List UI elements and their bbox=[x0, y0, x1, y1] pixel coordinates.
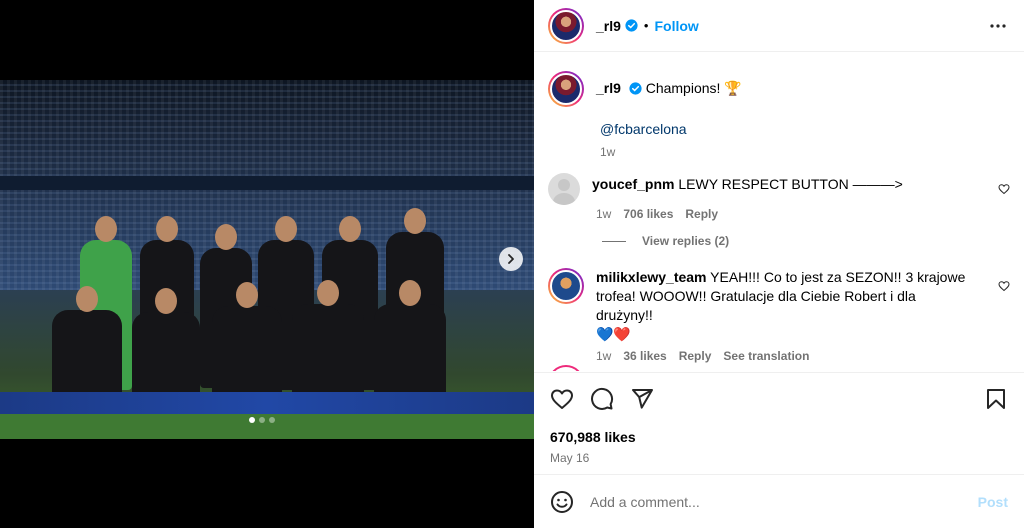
author-avatar[interactable] bbox=[548, 7, 584, 44]
post-header: _rl9 • Follow bbox=[534, 0, 1024, 52]
stadium-banner bbox=[0, 176, 534, 190]
comment-text: milikxlewy_team YEAH!!! Co to jest za SE… bbox=[596, 268, 976, 344]
advertising-board bbox=[0, 392, 534, 414]
comment-like-icon[interactable] bbox=[998, 280, 1010, 292]
reply-button[interactable]: Reply bbox=[685, 207, 718, 221]
reply-button[interactable]: Reply bbox=[679, 349, 712, 363]
caption-text: _rl9 Champions! 🏆 bbox=[596, 79, 742, 97]
carousel-dot bbox=[259, 417, 265, 423]
post-side-panel: _rl9 • Follow _rl9 Champions! 🏆 @fcbarce… bbox=[534, 0, 1024, 528]
verified-badge-icon bbox=[625, 19, 638, 32]
more-options-icon bbox=[990, 23, 1006, 28]
caption-author-avatar[interactable] bbox=[548, 71, 584, 107]
commenter-avatar[interactable] bbox=[548, 173, 580, 205]
comment-body: LEWY RESPECT BUTTON ———> bbox=[678, 176, 903, 192]
post-actions: 670,988 likes May 16 bbox=[534, 372, 1024, 465]
post-date[interactable]: May 16 bbox=[550, 451, 1008, 465]
comment-item: milikxlewy_team YEAH!!! Co to jest za SE… bbox=[548, 268, 1010, 363]
comment-input[interactable]: Add a comment... bbox=[590, 494, 978, 510]
caption-author[interactable]: _rl9 bbox=[596, 80, 621, 96]
comments-section: _rl9 Champions! 🏆 @fcbarcelona 1w youcef… bbox=[534, 53, 1024, 371]
carousel-next-button[interactable] bbox=[499, 247, 523, 271]
comment-like-icon[interactable] bbox=[998, 183, 1010, 195]
action-icons bbox=[550, 373, 1008, 425]
carousel-dot bbox=[249, 417, 255, 423]
more-options-button[interactable] bbox=[988, 16, 1008, 36]
caption-body: Champions! 🏆 bbox=[645, 80, 742, 96]
post-comment-button[interactable]: Post bbox=[978, 494, 1008, 510]
comment-likes[interactable]: 706 likes bbox=[623, 207, 673, 221]
comment-meta: 1w 36 likes Reply See translation bbox=[596, 349, 1010, 363]
post-media bbox=[0, 0, 534, 528]
separator-dot: • bbox=[643, 18, 649, 33]
comment-emoji-line: 💙❤️ bbox=[596, 326, 631, 342]
post-caption: _rl9 Champions! 🏆 @fcbarcelona 1w bbox=[548, 71, 1008, 159]
comment-likes[interactable]: 36 likes bbox=[623, 349, 666, 363]
bookmark-icon[interactable] bbox=[984, 387, 1008, 411]
mention-link[interactable]: @fcbarcelona bbox=[600, 121, 1008, 137]
author-username[interactable]: _rl9 bbox=[596, 18, 621, 34]
chevron-right-icon bbox=[508, 254, 514, 264]
comment-meta: 1w 706 likes Reply bbox=[596, 207, 1010, 221]
likes-count[interactable]: 670,988 likes bbox=[550, 429, 1008, 445]
add-comment-bar: Add a comment... Post bbox=[534, 474, 1024, 528]
caption-timestamp: 1w bbox=[600, 145, 616, 159]
emoji-icon[interactable] bbox=[550, 490, 574, 514]
commenter-avatar[interactable] bbox=[548, 268, 584, 304]
follow-button[interactable]: Follow bbox=[654, 18, 698, 34]
view-replies-button[interactable]: View replies (2) bbox=[602, 234, 729, 248]
commenter-username[interactable]: youcef_pnm bbox=[592, 176, 674, 192]
replies-line bbox=[602, 240, 626, 242]
verified-badge-icon bbox=[629, 82, 642, 95]
view-replies-label: View replies (2) bbox=[642, 234, 730, 248]
comment-time: 1w bbox=[596, 207, 612, 221]
heart-icon[interactable] bbox=[550, 387, 574, 411]
commenter-username[interactable]: milikxlewy_team bbox=[596, 269, 707, 285]
comment-time: 1w bbox=[596, 349, 612, 363]
comment-icon[interactable] bbox=[590, 387, 614, 411]
see-translation-button[interactable]: See translation bbox=[723, 349, 809, 363]
comment-text: youcef_pnm LEWY RESPECT BUTTON ———> bbox=[592, 175, 972, 194]
carousel-dot bbox=[269, 417, 275, 423]
next-comment-avatar[interactable] bbox=[548, 365, 584, 371]
carousel-dots bbox=[249, 417, 275, 423]
comment-item: youcef_pnm LEWY RESPECT BUTTON ———> 1w 7… bbox=[548, 173, 1010, 221]
team-photo bbox=[0, 80, 534, 439]
share-icon[interactable] bbox=[630, 387, 654, 411]
